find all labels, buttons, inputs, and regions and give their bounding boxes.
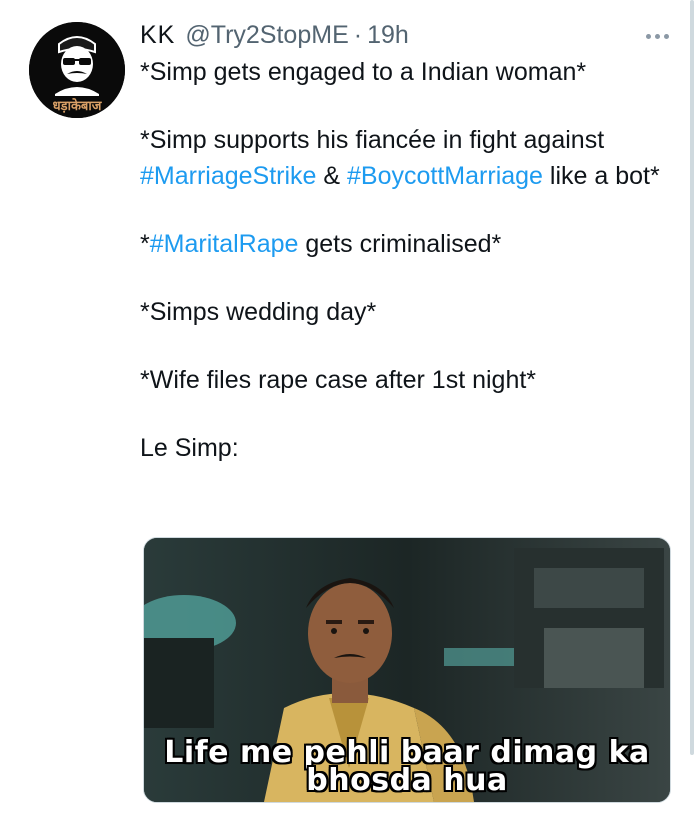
tweet-media-image[interactable]: Life me pehli baar dimag ka bhosda hua: [143, 537, 671, 803]
tweet-paragraph: *Simp supports his fiancée in fight agai…: [140, 122, 680, 194]
tweet-header: KK @Try2StopME · 19h: [140, 18, 680, 52]
text-span: *: [140, 230, 150, 258]
tweet-paragraph: *#MaritalRape gets criminalised*: [140, 226, 680, 262]
header-separator: ·: [353, 21, 363, 49]
more-options-button[interactable]: [638, 16, 678, 56]
avatar-text: धड़ाकेबाज: [53, 98, 103, 114]
tweet[interactable]: धड़ाकेबाज KK @Try2StopME · 19h *Simp get…: [0, 0, 700, 815]
hashtag-link[interactable]: #MaritalRape: [150, 230, 299, 258]
text-span: gets criminalised*: [298, 230, 502, 258]
tweet-line: *Simps wedding day*: [140, 298, 377, 326]
avatar[interactable]: धड़ाकेबाज: [29, 22, 125, 118]
text-span: *Simp supports his fiancée in fight agai…: [140, 126, 605, 154]
tweet-line: Le Simp:: [140, 434, 239, 462]
text-span: like a bot*: [542, 162, 660, 190]
hashtag-link[interactable]: #BoycottMarriage: [347, 162, 543, 190]
scrollbar[interactable]: [690, 0, 694, 755]
text-span: &: [316, 162, 348, 190]
more-icon-dot: [664, 34, 669, 39]
hashtag-link[interactable]: #MarriageStrike: [140, 162, 316, 190]
author-handle[interactable]: @Try2StopME: [185, 18, 348, 52]
more-icon-dot: [655, 34, 660, 39]
author-display-name[interactable]: KK: [140, 18, 175, 52]
tweet-line: *Wife files rape case after 1st night*: [140, 366, 537, 394]
more-icon: [646, 34, 651, 39]
tweet-line: *Simp gets engaged to a Indian woman*: [140, 58, 587, 86]
tweet-text: *Simp gets engaged to a Indian woman* *S…: [140, 54, 680, 466]
meme-caption-line: bhosda hua: [306, 763, 508, 798]
tweet-content: KK @Try2StopME · 19h *Simp gets engaged …: [140, 18, 680, 466]
tweet-timestamp[interactable]: 19h: [367, 18, 409, 52]
avatar-illustration: धड़ाकेबाज: [29, 22, 125, 118]
